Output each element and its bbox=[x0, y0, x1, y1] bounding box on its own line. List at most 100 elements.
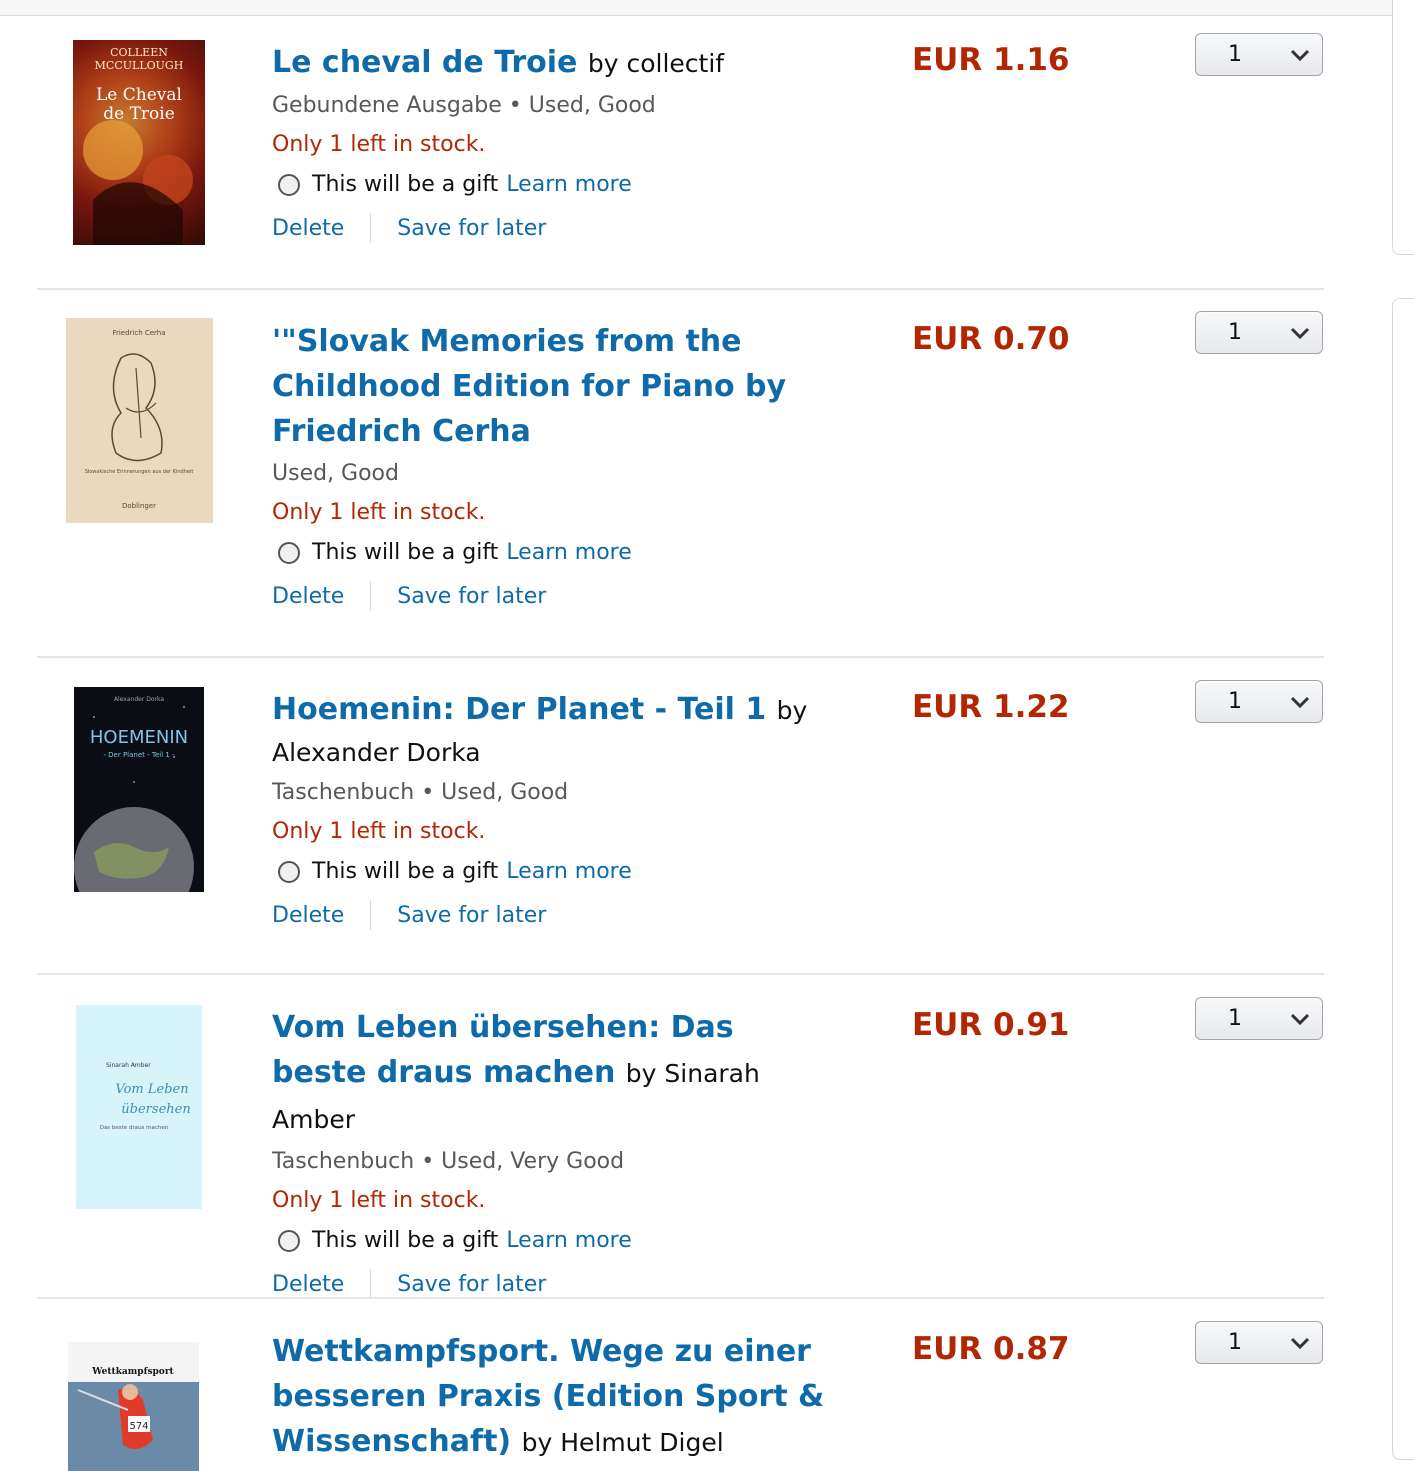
delete-link[interactable]: Delete bbox=[272, 216, 344, 241]
delete-link[interactable]: Delete bbox=[272, 1272, 344, 1297]
quantity-value: 1 bbox=[1228, 689, 1242, 714]
action-divider bbox=[370, 581, 372, 611]
cover-author-line: Alexander Dorka bbox=[114, 696, 164, 703]
cover-author-line: COLLEEN bbox=[110, 46, 168, 59]
stock-status: Only 1 left in stock. bbox=[272, 819, 486, 844]
gift-option: This will be a gift Learn more bbox=[272, 532, 832, 573]
item-format: Taschenbuch • Used, Good bbox=[272, 780, 569, 805]
cover-title-line: Wettkampfsport bbox=[91, 1367, 174, 1377]
product-image[interactable]: Alexander Dorka HOEMENIN - Der Planet - … bbox=[74, 687, 204, 892]
cover-art: Sinarah Amber Vom Leben übersehen Das be… bbox=[100, 1062, 191, 1131]
item-details: Vom Leben übersehen: Das beste draus mac… bbox=[272, 1005, 832, 1299]
quantity-value: 1 bbox=[1228, 1330, 1242, 1355]
item-author: by Helmut Digel bbox=[521, 1428, 724, 1457]
quantity-select[interactable]: 1 bbox=[1195, 1321, 1323, 1364]
item-actions: Delete Save for later bbox=[272, 581, 832, 611]
item-price: EUR 0.87 bbox=[912, 1331, 1070, 1367]
cover-title-line: Slowakische Erinnerungen aus der Kindhei… bbox=[85, 469, 194, 475]
action-divider bbox=[370, 900, 372, 930]
gift-checkbox[interactable] bbox=[278, 1229, 300, 1252]
item-details: Hoemenin: Der Planet - Teil 1 by Alexand… bbox=[272, 687, 832, 930]
item-format: Used, Good bbox=[272, 461, 399, 486]
quantity-value: 1 bbox=[1228, 1006, 1242, 1031]
save-for-later-link[interactable]: Save for later bbox=[397, 216, 546, 241]
save-for-later-link[interactable]: Save for later bbox=[397, 584, 546, 609]
item-title-link[interactable]: '"Slovak Memories from the Childhood Edi… bbox=[272, 324, 786, 449]
chevron-down-icon bbox=[1290, 696, 1310, 708]
cover-author-line: Friedrich Cerha bbox=[112, 329, 165, 337]
cover-bib-number: 574 bbox=[129, 1421, 148, 1432]
gift-checkbox[interactable] bbox=[278, 860, 300, 883]
item-details: Le cheval de Troie by collectif Gebunden… bbox=[272, 40, 832, 243]
item-price: EUR 1.16 bbox=[912, 42, 1070, 78]
item-title-block: Vom Leben übersehen: Das beste draus mac… bbox=[272, 1005, 832, 1142]
cover-art: COLLEEN MCCULLOUGH Le Cheval de Troie bbox=[73, 40, 205, 245]
chevron-down-icon bbox=[1290, 1013, 1310, 1025]
gift-option: This will be a gift Learn more bbox=[272, 851, 832, 892]
gift-checkbox[interactable] bbox=[278, 173, 300, 196]
delete-link[interactable]: Delete bbox=[272, 584, 344, 609]
item-title-block: '"Slovak Memories from the Childhood Edi… bbox=[272, 319, 832, 454]
delete-link[interactable]: Delete bbox=[272, 903, 344, 928]
product-image[interactable]: COLLEEN MCCULLOUGH Le Cheval de Troie bbox=[73, 40, 205, 245]
cover-author-line: MCCULLOUGH bbox=[95, 59, 184, 72]
item-author: by bbox=[776, 696, 808, 725]
chevron-down-icon bbox=[1290, 327, 1310, 339]
item-price: EUR 0.91 bbox=[912, 1007, 1070, 1043]
item-format: Taschenbuch • Used, Very Good bbox=[272, 1149, 625, 1174]
action-divider bbox=[370, 213, 372, 243]
item-separator bbox=[37, 973, 1324, 975]
gift-option: This will be a gift Learn more bbox=[272, 1220, 832, 1261]
item-details: Wettkampfsport. Wege zu einer besseren P… bbox=[272, 1329, 832, 1465]
save-for-later-link[interactable]: Save for later bbox=[397, 903, 546, 928]
item-title-block: Le cheval de Troie by collectif bbox=[272, 40, 832, 86]
save-for-later-link[interactable]: Save for later bbox=[397, 1272, 546, 1297]
cover-author-line: Sinarah Amber bbox=[106, 1062, 151, 1069]
chevron-down-icon bbox=[1290, 49, 1310, 61]
stock-status: Only 1 left in stock. bbox=[272, 500, 486, 525]
cover-title-line: Le Cheval bbox=[96, 85, 182, 105]
learn-more-link[interactable]: Learn more bbox=[506, 851, 631, 892]
item-separator bbox=[37, 288, 1324, 290]
gift-label: This will be a gift bbox=[312, 1228, 499, 1253]
gift-checkbox[interactable] bbox=[278, 541, 300, 564]
quantity-select[interactable]: 1 bbox=[1195, 33, 1323, 76]
item-format: Gebundene Ausgabe • Used, Good bbox=[272, 93, 656, 118]
item-title-link[interactable]: Le cheval de Troie bbox=[272, 45, 577, 80]
quantity-select[interactable]: 1 bbox=[1195, 311, 1323, 354]
stock-status: Only 1 left in stock. bbox=[272, 132, 486, 157]
quantity-select[interactable]: 1 bbox=[1195, 680, 1323, 723]
cover-subtitle-line: - Der Planet - Teil 1 - bbox=[103, 751, 175, 759]
product-image[interactable]: Wettkampfsport 574 bbox=[68, 1330, 199, 1471]
top-bar bbox=[0, 0, 1414, 16]
action-divider bbox=[370, 1269, 372, 1299]
stock-status: Only 1 left in stock. bbox=[272, 1188, 486, 1213]
cover-publisher: Doblinger bbox=[122, 502, 156, 510]
cover-title-line: übersehen bbox=[121, 1102, 190, 1117]
item-title-link[interactable]: Hoemenin: Der Planet - Teil 1 bbox=[272, 692, 766, 727]
quantity-value: 1 bbox=[1228, 320, 1242, 345]
cover-title-line: de Troie bbox=[103, 104, 175, 124]
learn-more-link[interactable]: Learn more bbox=[506, 532, 631, 573]
learn-more-link[interactable]: Learn more bbox=[506, 164, 631, 205]
cover-art: Friedrich Cerha Slowakische Erinnerungen… bbox=[85, 329, 194, 510]
item-title-block: Hoemenin: Der Planet - Teil 1 by bbox=[272, 687, 832, 733]
quantity-select[interactable]: 1 bbox=[1195, 997, 1323, 1040]
item-author: by collectif bbox=[587, 49, 725, 78]
side-panel-edge bbox=[1392, 0, 1414, 255]
item-actions: Delete Save for later bbox=[272, 900, 832, 930]
gift-label: This will be a gift bbox=[312, 172, 499, 197]
learn-more-link[interactable]: Learn more bbox=[506, 1220, 631, 1261]
cover-art: Alexander Dorka HOEMENIN - Der Planet - … bbox=[74, 696, 194, 892]
item-separator bbox=[37, 1297, 1324, 1299]
chevron-down-icon bbox=[1290, 1337, 1310, 1349]
gift-option: This will be a gift Learn more bbox=[272, 164, 832, 205]
gift-label: This will be a gift bbox=[312, 859, 499, 884]
item-actions: Delete Save for later bbox=[272, 1269, 832, 1299]
item-price: EUR 0.70 bbox=[912, 321, 1070, 357]
item-actions: Delete Save for later bbox=[272, 213, 832, 243]
product-image[interactable]: Friedrich Cerha Slowakische Erinnerungen… bbox=[66, 318, 213, 523]
cover-art: Wettkampfsport 574 bbox=[68, 1330, 199, 1471]
product-image[interactable]: Sinarah Amber Vom Leben übersehen Das be… bbox=[76, 1005, 202, 1209]
quantity-value: 1 bbox=[1228, 42, 1242, 67]
